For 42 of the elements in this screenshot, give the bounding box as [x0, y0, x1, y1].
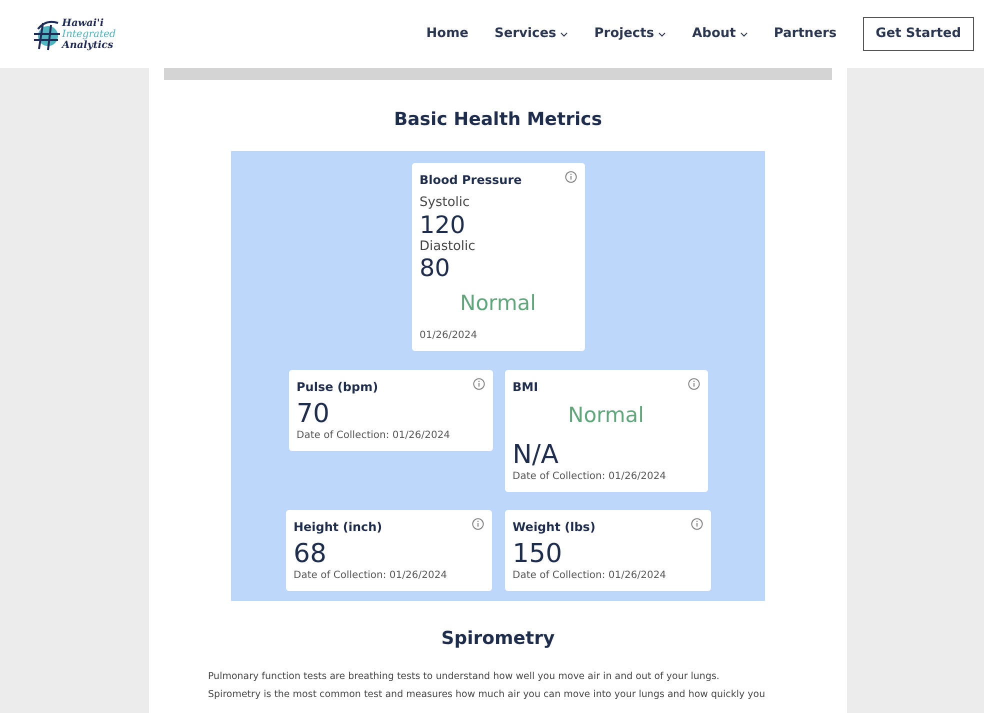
info-icon[interactable]	[472, 378, 484, 390]
card-title: Height (inch)	[294, 519, 382, 536]
nav-link[interactable]: Home	[426, 24, 468, 44]
logo-text: Analytics	[62, 40, 114, 50]
section-heading: Spirometry	[441, 627, 555, 651]
body-text: Pulmonary function tests are breathing tests to understand how well you move air in and out of your lungs.	[208, 670, 720, 684]
collection-date: Date of Collection: 01/26/2024	[294, 569, 448, 583]
logo[interactable]: Hawai'i Integrated Analytics	[32, 17, 116, 51]
nav-link[interactable]: About	[692, 24, 748, 44]
nav-link[interactable]: Projects	[594, 24, 666, 44]
nav-link[interactable]: Partners	[774, 24, 837, 44]
collection-date: 01/26/2024	[420, 329, 478, 343]
card-title: BMI	[512, 379, 538, 396]
body-text: Spirometry is the most common test and measures how much air you can move into your lungs and how quickly you	[208, 688, 766, 702]
metric-value: 120	[420, 212, 466, 236]
card-title: Blood Pressure	[420, 172, 522, 189]
collection-date: Date of Collection: 01/26/2024	[512, 569, 668, 583]
get-started-button[interactable]: Get Started	[862, 17, 974, 51]
metric-value: 80	[420, 256, 452, 280]
chevron-down-icon	[560, 32, 568, 36]
section-heading: Basic Health Metrics	[394, 108, 602, 132]
status-text: Normal	[460, 290, 536, 317]
metric-value: 70	[296, 400, 331, 428]
status-text: Normal	[568, 402, 644, 429]
metric-value: 150	[512, 540, 564, 568]
collection-date: Date of Collection: 01/26/2024	[512, 470, 668, 484]
chevron-down-icon	[740, 32, 748, 36]
info-icon[interactable]	[688, 378, 700, 390]
info-icon[interactable]	[472, 518, 484, 530]
logo-text: Integrated	[62, 28, 116, 40]
collection-date: Date of Collection: 01/26/2024	[296, 429, 452, 443]
metric-value: 68	[294, 540, 328, 568]
card-title: Weight (lbs)	[512, 519, 596, 536]
metric-label: Systolic	[420, 194, 471, 212]
chevron-down-icon	[658, 32, 666, 36]
info-icon[interactable]	[564, 171, 576, 183]
metric-value: N/A	[512, 441, 560, 469]
logo-text: Hawai'i	[62, 18, 105, 28]
metric-label: Diastolic	[420, 238, 476, 256]
card-title: Pulse (bpm)	[296, 379, 378, 396]
nav-link[interactable]: Services	[494, 24, 568, 44]
info-icon[interactable]	[690, 518, 702, 530]
